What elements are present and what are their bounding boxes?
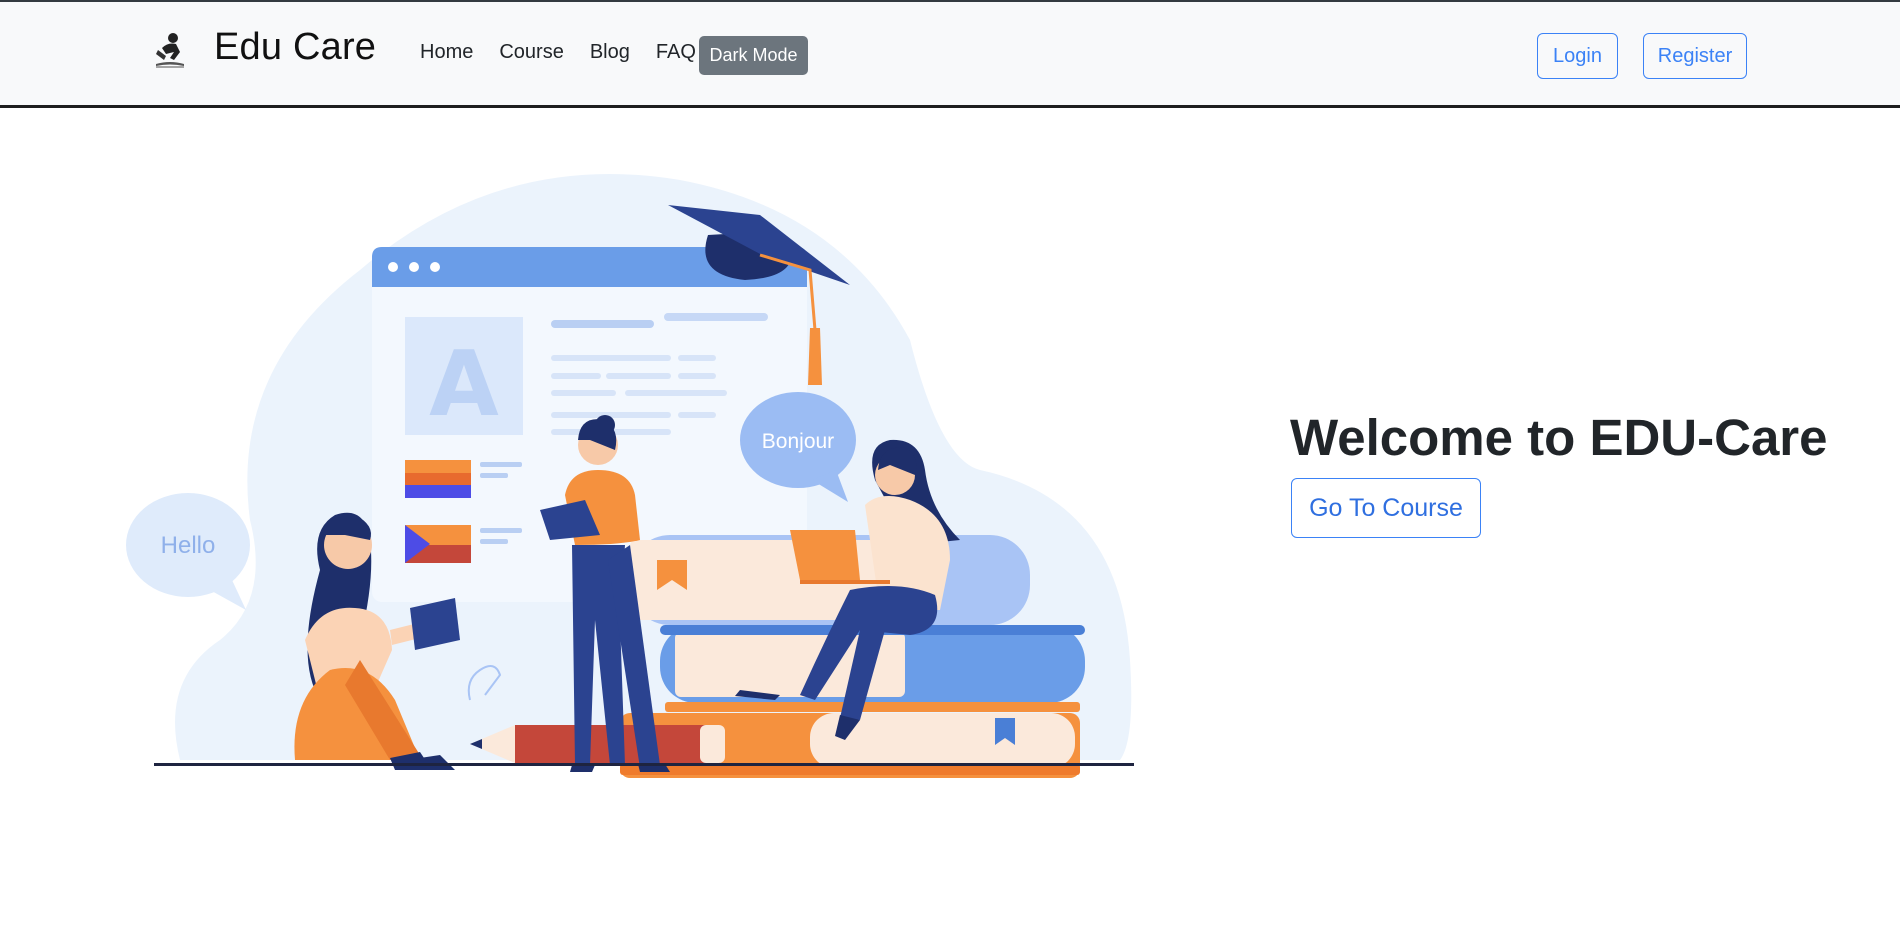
svg-text:Bonjour: Bonjour — [762, 430, 834, 453]
ground-line — [154, 763, 1134, 766]
hello-bubble: Hello — [126, 493, 250, 610]
card-letter: A — [429, 332, 499, 437]
go-to-course-button[interactable]: Go To Course — [1291, 478, 1481, 538]
dark-mode-button[interactable]: Dark Mode — [699, 36, 808, 75]
svg-text:Hello: Hello — [161, 532, 216, 559]
hero-illustration: A Hello Bonjour — [126, 174, 1134, 778]
nav-blog[interactable]: Blog — [590, 38, 630, 66]
register-button[interactable]: Register — [1643, 33, 1747, 79]
reading-person-logo-icon[interactable] — [152, 30, 188, 70]
login-button[interactable]: Login — [1537, 33, 1618, 79]
nav-course[interactable]: Course — [499, 38, 563, 66]
navbar: Edu Care Home Course Blog FAQ Dark Mode … — [0, 2, 1900, 108]
nav-faq[interactable]: FAQ — [656, 38, 696, 66]
brand-name[interactable]: Edu Care — [214, 24, 376, 70]
main-nav: Home Course Blog FAQ — [420, 38, 708, 66]
pencil — [470, 725, 725, 763]
hero-title: Welcome to EDU-Care — [1290, 409, 1828, 466]
nav-home[interactable]: Home — [420, 38, 473, 66]
